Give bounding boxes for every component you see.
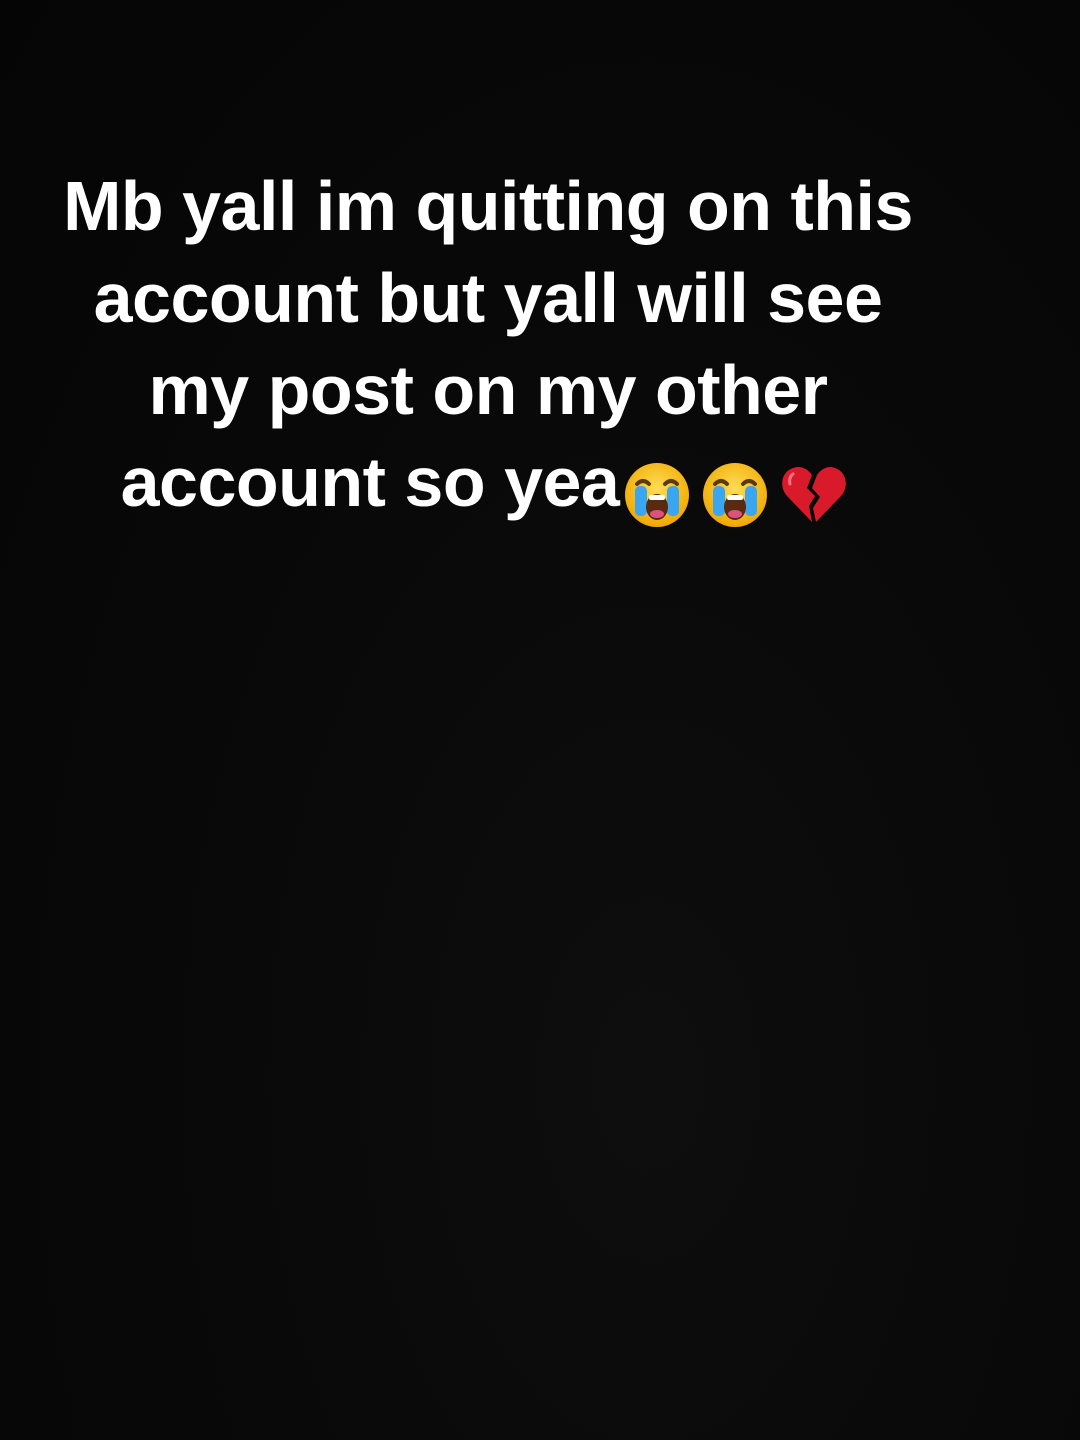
caption-text: Mb yall im quitting on this account but … (0, 160, 976, 534)
caption-line-1: Mb yall im quitting on this (63, 167, 913, 245)
loudly-crying-face-icon (699, 458, 771, 530)
broken-heart-icon (777, 458, 849, 530)
caption-line-3: my post on my other (148, 351, 828, 429)
caption-line-4: account so yea (0, 436, 976, 534)
emoji-row (621, 442, 855, 534)
caption-line-2: account but yall will see (93, 259, 883, 337)
video-frame: Mb yall im quitting on this account but … (0, 0, 1080, 1440)
caption-line-4-text: account so yea (120, 443, 620, 521)
loudly-crying-face-icon (621, 458, 693, 530)
